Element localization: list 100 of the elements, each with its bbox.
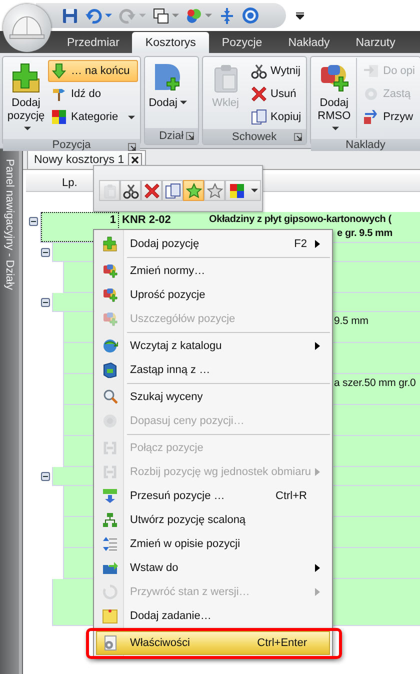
table-cell: 9.5 mm: [334, 315, 368, 327]
folder-arrow-icon: [102, 560, 118, 576]
arrow-down-icon: [51, 63, 67, 79]
caret-icon[interactable]: [205, 12, 212, 19]
book-icon: [102, 362, 118, 378]
group-title: Naklady: [346, 139, 386, 151]
document-arrow-icon: [363, 63, 380, 79]
star-icon: [186, 182, 202, 198]
submenu-arrow-icon: [315, 564, 320, 572]
delete-icon: [250, 86, 267, 102]
undo-icon[interactable]: [85, 8, 102, 24]
menu-item[interactable]: Przesuń pozycje … Ctrl+R: [96, 484, 330, 508]
signpost-icon: [51, 86, 67, 102]
launcher-icon[interactable]: [186, 132, 194, 140]
table-cell: Okładziny z płyt gipsowo-kartonowych (: [209, 213, 392, 227]
navigation-panel[interactable]: Panel nawigacyjny - Działy: [0, 149, 22, 674]
ribbon-button[interactable]: Przyw: [360, 106, 418, 128]
shortcut-text: Ctrl+R: [276, 490, 307, 502]
table-cell: e gr. 9.5 mm: [337, 227, 392, 241]
splitter-icon[interactable]: [219, 8, 235, 24]
hierarchy-icon: [102, 512, 118, 528]
ribbon-tab[interactable]: Przedmiar: [54, 32, 132, 53]
ribbon-tab[interactable]: Narzuty: [342, 32, 408, 53]
collapse-icon[interactable]: [40, 472, 50, 481]
collapse-icon[interactable]: [40, 298, 50, 307]
customize-caret-icon[interactable]: [296, 12, 304, 20]
ribbon-button[interactable]: Idź do: [48, 83, 138, 105]
circle-icon: [102, 413, 118, 429]
copy-icon: [164, 182, 180, 198]
submenu-arrow-icon: [315, 468, 320, 476]
plus-box-icon: [10, 62, 42, 94]
ribbon-button[interactable]: Usuń: [248, 83, 304, 105]
swap-arrows-icon: [363, 109, 380, 125]
colored-blocks-icon: [102, 263, 118, 279]
ribbon-tab[interactable]: Kosztorys: [132, 32, 209, 53]
colored-blocks-icon: [102, 311, 118, 327]
scissors-icon: [250, 63, 267, 79]
toolbar-button[interactable]: [120, 180, 141, 201]
toolbar-button[interactable]: [141, 180, 162, 201]
caret-icon: [180, 99, 188, 106]
menu-item[interactable]: Wczytaj z katalogu: [96, 334, 330, 358]
delete-icon: [144, 182, 160, 198]
ribbon-button[interactable]: Dodaj pozycję: [5, 58, 47, 138]
menu-item[interactable]: Szukaj wyceny: [96, 385, 330, 409]
toolbar-button[interactable]: [225, 180, 261, 201]
group-title: Schowek: [232, 130, 277, 142]
ribbon-tab[interactable]: Pozycje: [208, 32, 276, 53]
menu-item[interactable]: Wstaw do: [96, 556, 330, 580]
list-arrows-icon: [102, 536, 118, 552]
cycle-icon: [102, 584, 118, 600]
toolbar-button[interactable]: [162, 180, 183, 201]
table-cell: a szer.50 mm gr.0: [334, 377, 416, 389]
caret-icon: [128, 114, 136, 120]
colored-blocks-icon: [318, 62, 350, 94]
helmet-icon: [9, 14, 45, 42]
collapse-icon[interactable]: [29, 217, 38, 226]
clipboard-icon: [102, 182, 118, 198]
help-icon[interactable]: [242, 7, 259, 24]
caret-icon: [332, 125, 340, 132]
launcher-icon[interactable]: [128, 143, 136, 151]
document-title: Nowy kosztorys 1: [34, 154, 124, 166]
colored-blocks-icon: [102, 287, 118, 303]
menu-item[interactable]: Zmień normy…: [96, 259, 330, 283]
color-squares-icon: [51, 109, 67, 125]
menu-item[interactable]: Utwórz pozycję scaloną: [96, 508, 330, 532]
table-cell-text: KNR 2-02: [121, 213, 172, 226]
caret-icon: [250, 187, 258, 194]
launcher-icon[interactable]: [294, 133, 302, 141]
group-title: Dział: [159, 130, 184, 142]
ribbon-tab[interactable]: Nakłady: [275, 32, 343, 53]
save-icon[interactable]: [62, 8, 78, 24]
caret-icon: [24, 125, 31, 132]
submenu-arrow-icon: [315, 588, 320, 596]
menu-item[interactable]: Uprość pozycje: [96, 283, 330, 307]
ribbon-button[interactable]: Dodaj RMSO: [313, 58, 356, 138]
close-icon[interactable]: [128, 153, 142, 167]
star-icon: [206, 182, 222, 198]
plus-box-icon: [102, 236, 118, 252]
panel-title: Panel nawigacyjny - Działy: [4, 159, 16, 290]
menu-item[interactable]: Właściwości Ctrl+Enter: [96, 631, 330, 655]
collapse-icon[interactable]: [40, 248, 50, 257]
menu-item[interactable]: Dodaj zadanie…: [96, 604, 330, 628]
note-icon: [102, 608, 118, 624]
ribbon-button[interactable]: Wytnij: [248, 60, 304, 82]
ribbon-button[interactable]: Dodaj: [147, 58, 190, 127]
ribbon-button[interactable]: … na końcu: [48, 60, 138, 82]
column-header[interactable]: Lp.: [62, 176, 78, 188]
copy-icon: [250, 109, 267, 125]
windows-icon[interactable]: [153, 8, 169, 24]
ribbon-button[interactable]: Kategorie: [48, 106, 138, 128]
ribbon-button[interactable]: Kopiuj: [248, 106, 304, 128]
colored-balls-icon[interactable]: [186, 8, 202, 24]
menu-item[interactable]: Zastąp inną z …: [96, 358, 330, 382]
arrow-down-icon: [102, 488, 118, 504]
submenu-arrow-icon: [315, 342, 320, 350]
submenu-arrow-icon: [315, 240, 320, 248]
color-squares-icon: [228, 182, 244, 198]
menu-item[interactable]: Zmień w opisie pozycji: [96, 532, 330, 556]
caret-icon[interactable]: [105, 12, 112, 19]
caret-icon[interactable]: [172, 12, 179, 19]
